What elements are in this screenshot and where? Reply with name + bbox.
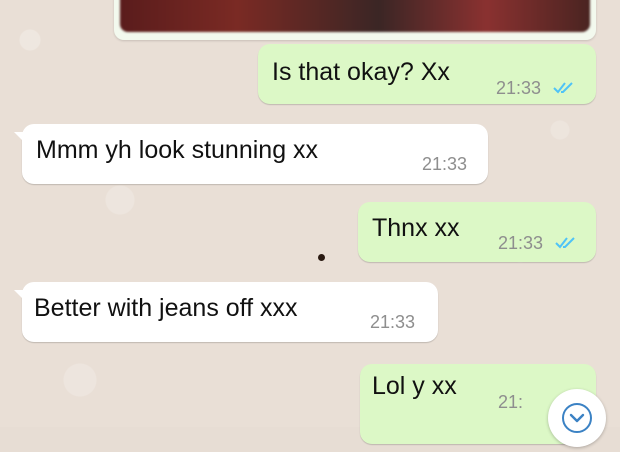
message-bubble-outgoing[interactable]: Is that okay? Xx 21:33: [258, 44, 596, 104]
message-text: Mmm yh look stunning xx: [36, 136, 319, 164]
message-time: 21:33: [370, 312, 416, 332]
chevron-down-icon: [562, 403, 592, 433]
message-time: 21:33: [498, 233, 544, 253]
message-text: Thnx xx: [372, 214, 460, 242]
bubble-tail: [14, 290, 26, 302]
scroll-down-button[interactable]: [548, 389, 606, 447]
message-time: 21:33: [422, 154, 468, 174]
message-text: Lol y xx: [372, 372, 457, 400]
message-bubble-incoming[interactable]: Better with jeans off xxx 21:33: [14, 282, 438, 342]
media-message[interactable]: [114, 0, 596, 40]
double-check-icon: [553, 82, 573, 94]
double-check-icon: [555, 237, 575, 249]
bubble-tail: [14, 132, 26, 144]
message-time: 21:33: [496, 78, 542, 98]
message-bubble-outgoing[interactable]: Thnx xx 21:33: [358, 202, 596, 262]
media-thumbnail[interactable]: [120, 0, 590, 32]
message-text: Is that okay? Xx: [272, 58, 450, 86]
wallpaper-dot: [318, 254, 325, 261]
message-time: 21:: [498, 392, 524, 412]
message-text: Better with jeans off xxx: [34, 294, 298, 322]
message-bubble-incoming[interactable]: Mmm yh look stunning xx 21:33: [14, 124, 488, 184]
